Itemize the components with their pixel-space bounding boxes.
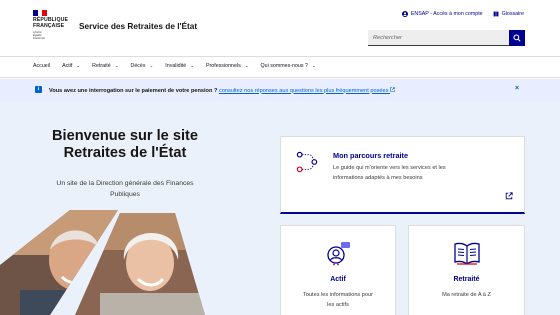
chevron-down-icon: ⌄ <box>114 63 119 68</box>
faq-link-label: consultez nos réponses aux questions les… <box>218 87 389 94</box>
external-link-icon <box>390 86 395 92</box>
site-title[interactable]: Service des Retraites de l'État <box>79 21 197 31</box>
chevron-down-icon: ⌄ <box>311 63 316 68</box>
main-navigation: Accueil Actif ⌄ Retraité ⌄ Décès ⌄ Invalidi… <box>0 56 560 78</box>
card-description: Toutes les informations pour les actifs <box>289 290 387 310</box>
card-description: Ma retraite de A à Z <box>417 290 516 300</box>
notice-question: Vous avez une interrogation sur le paiem… <box>49 87 218 94</box>
nav-item-deces[interactable]: Décès ⌄ <box>131 63 154 69</box>
card-retraite[interactable]: Retraité Ma retraite de A à Z <box>408 225 525 315</box>
close-icon[interactable]: × <box>515 85 519 92</box>
hero-title-line: Bienvenue sur le site <box>52 128 198 144</box>
worker-chat-icon <box>327 242 350 266</box>
search-bar <box>368 30 525 46</box>
card-description: Le guide qui m'oriente vers les services… <box>333 164 493 183</box>
card-description-line: Toutes les informations pour <box>303 292 373 298</box>
logo-line: FRANÇAISE <box>33 22 65 29</box>
card-title: Retraité <box>453 276 480 283</box>
nav-item-label: Actif <box>62 63 73 69</box>
nav-item-label: Retraité <box>92 63 111 69</box>
chevron-down-icon: ⌄ <box>190 63 194 68</box>
glossaire-link[interactable]: Glossaire <box>493 11 524 17</box>
card-mon-parcours-retraite[interactable]: Mon parcours retraite Le guide qui m'ori… <box>280 136 525 214</box>
book-icon <box>493 11 499 17</box>
hero-subtitle-line: Publiques <box>110 191 140 198</box>
nav-item-qui-sommes-nous[interactable]: Qui sommes-nous ? ⌄ <box>261 63 316 69</box>
nav-item-label: Qui sommes-nous ? <box>260 63 308 69</box>
hero-subtitle-line: Un site de la Direction générale des Fin… <box>56 180 194 187</box>
chevron-down-icon: ⌄ <box>149 63 154 68</box>
nav-item-label: Accueil <box>33 63 51 69</box>
route-icon <box>296 151 318 173</box>
search-icon <box>513 34 521 42</box>
open-book-icon <box>453 242 480 265</box>
motto-line: Fraternité <box>33 36 45 41</box>
info-icon: i <box>35 86 42 93</box>
card-description-line: Le guide qui m'oriente vers les services… <box>333 165 446 171</box>
search-input[interactable] <box>368 30 509 46</box>
hero-title-line: Retraites de l'État <box>63 145 187 161</box>
notice-text: Vous avez une interrogation sur le paiem… <box>49 86 395 94</box>
hero-subtitle: Un site de la Direction générale des Fin… <box>40 178 210 200</box>
card-actif[interactable]: Actif Toutes les informations pour les a… <box>280 225 396 315</box>
card-description-line: informations adaptés à mes besoins <box>333 174 423 181</box>
external-link-icon <box>505 192 513 200</box>
nav-item-label: Professionnels <box>205 63 241 69</box>
faq-link[interactable]: consultez nos réponses aux questions les… <box>218 86 395 94</box>
site-header: RÉPUBLIQUE FRANÇAISE Liberté Égalité Fra… <box>0 0 560 56</box>
header-tool-links: ENSAP - Accès à mon compte Glossaire <box>401 11 524 17</box>
motto: Liberté Égalité Fraternité <box>33 30 45 41</box>
nav-item-accueil[interactable]: Accueil <box>33 63 50 69</box>
card-title: Mon parcours retraite <box>333 151 409 160</box>
nav-item-label: Décès <box>130 63 146 69</box>
marianne-flag-icon <box>33 10 48 16</box>
user-icon <box>401 11 408 17</box>
card-description-line: les actifs <box>327 302 349 308</box>
nav-item-label: Invalidité <box>165 63 187 69</box>
card-title: Actif <box>330 276 346 283</box>
glossaire-link-label: Glossaire <box>501 11 524 17</box>
search-button[interactable] <box>509 30 525 46</box>
ensap-link[interactable]: ENSAP - Accès à mon compte <box>401 11 483 17</box>
hero-title: Bienvenue sur le site Retraites de l'Éta… <box>30 128 220 162</box>
nav-item-retraite[interactable]: Retraité ⌄ <box>92 63 118 69</box>
nav-item-professionnels[interactable]: Professionnels ⌄ <box>206 63 249 69</box>
hero-photo-retirees <box>0 210 205 315</box>
ensap-link-label: ENSAP - Accès à mon compte <box>410 11 483 17</box>
republique-francaise-logo[interactable]: RÉPUBLIQUE FRANÇAISE <box>33 17 68 29</box>
nav-item-actif[interactable]: Actif ⌄ <box>62 63 80 69</box>
nav-item-invalidite[interactable]: Invalidité ⌄ <box>165 63 194 69</box>
chevron-down-icon: ⌄ <box>244 63 249 68</box>
chevron-down-icon: ⌄ <box>76 63 81 68</box>
card-description-line: Ma retraite de A à Z <box>442 292 491 298</box>
